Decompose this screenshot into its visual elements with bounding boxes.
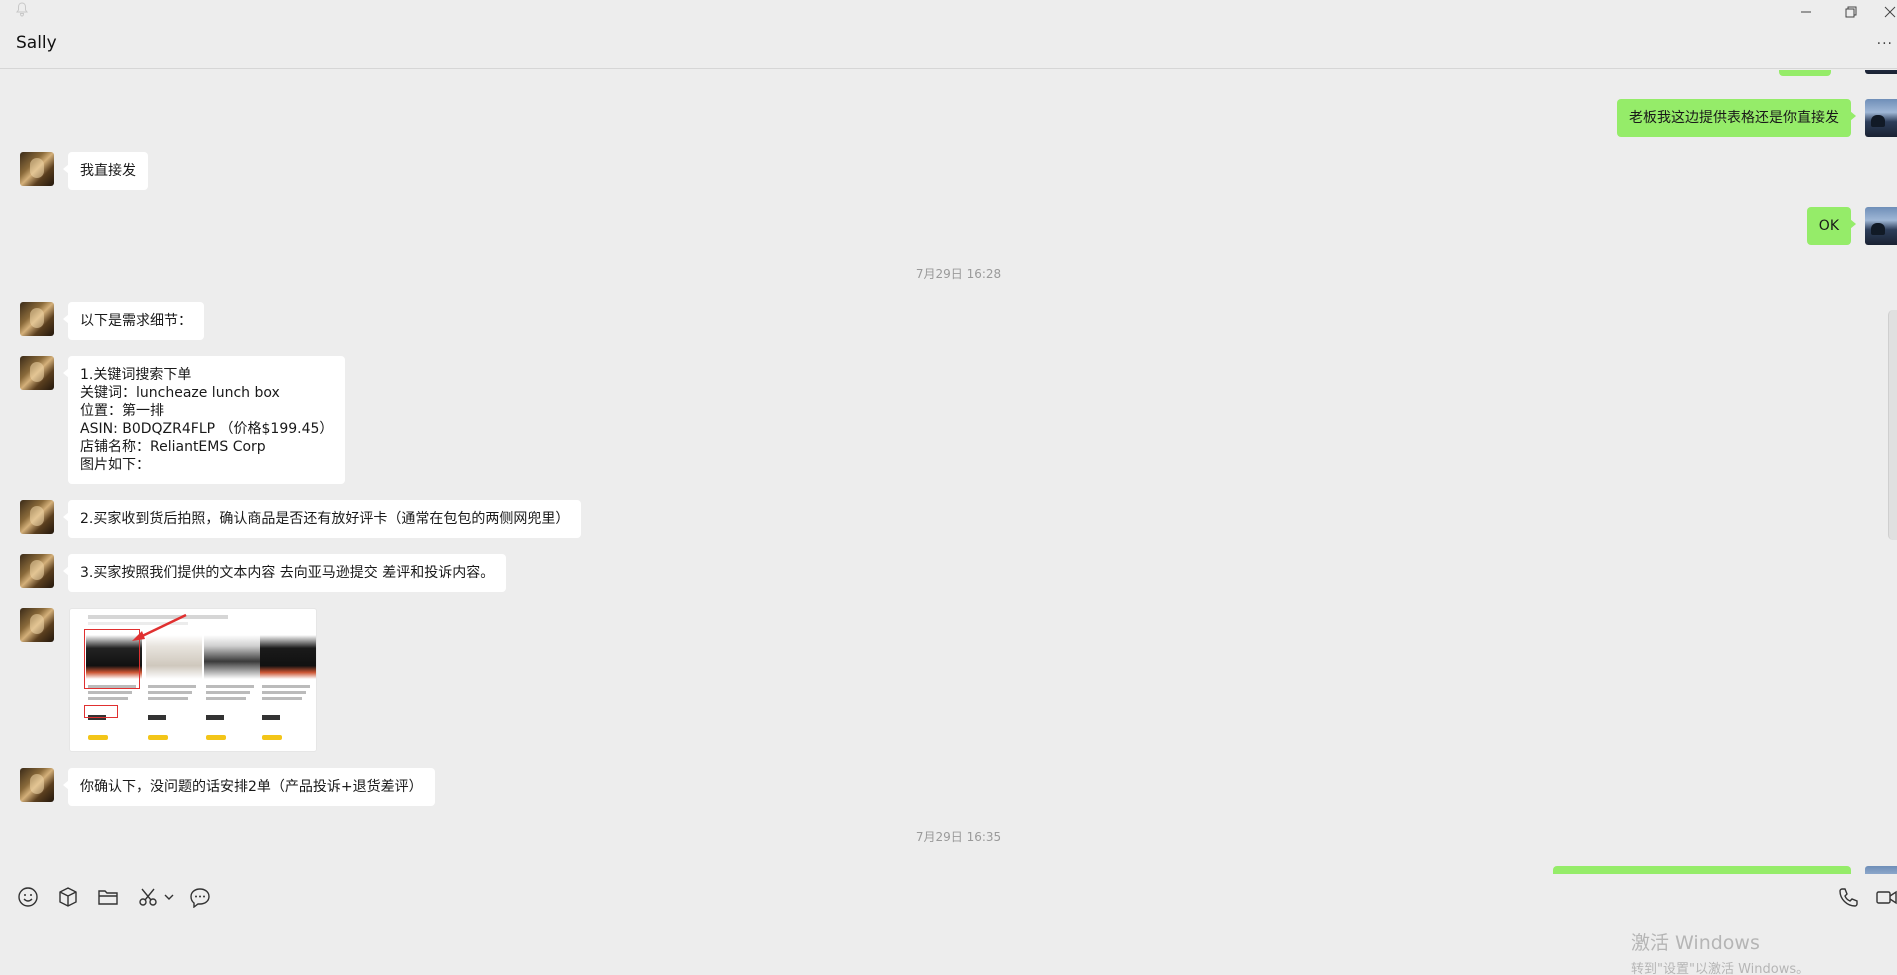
product-thumbnail: [260, 627, 316, 747]
activation-title: 激活 Windows: [1631, 932, 1760, 954]
pin-icon[interactable]: [14, 2, 30, 18]
phone-icon[interactable]: [1837, 886, 1859, 908]
message-bubble-incoming[interactable]: 以下是需求细节：: [63, 302, 204, 340]
restore-icon[interactable]: [1841, 2, 1861, 22]
title-bar: Sally ···: [0, 0, 1897, 69]
message-bubble-outgoing[interactable]: [1779, 70, 1831, 76]
box-icon[interactable]: [57, 886, 79, 908]
product-thumbnail: [146, 627, 202, 747]
folder-icon[interactable]: [97, 886, 119, 908]
avatar[interactable]: [1865, 207, 1897, 245]
message-bubble-incoming[interactable]: 我直接发: [63, 152, 148, 190]
avatar[interactable]: [20, 554, 54, 588]
avatar[interactable]: [20, 152, 54, 186]
message-bubble-incoming[interactable]: 3.买家按照我们提供的文本内容 去向亚马逊提交 差评和投诉内容。: [62, 554, 507, 592]
message-list[interactable]: 老板我这边提供表格还是你直接发 我直接发 OK 7月29日 16:28 以下是需…: [0, 70, 1897, 874]
scissors-icon[interactable]: [137, 886, 159, 908]
activation-subtitle: 转到"设置"以激活 Windows。: [1631, 962, 1810, 975]
scrollbar[interactable]: [1888, 310, 1897, 540]
avatar[interactable]: [20, 500, 54, 534]
close-icon[interactable]: [1880, 2, 1897, 22]
avatar[interactable]: [20, 768, 54, 802]
message-bubble-outgoing[interactable]: OK: [1806, 207, 1857, 245]
avatar[interactable]: [1865, 99, 1897, 137]
highlight-box: [84, 705, 118, 718]
avatar[interactable]: [20, 608, 54, 642]
chat-history-icon[interactable]: [189, 886, 211, 908]
product-thumbnail: [204, 627, 260, 747]
message-timestamp: 7月29日 16:28: [915, 267, 1002, 281]
arrow-icon: [132, 613, 187, 641]
input-toolbar: [0, 874, 1897, 975]
message-bubble-incoming[interactable]: 2.买家收到货后拍照，确认商品是否还有放好评卡（通常在包包的两侧网兜里）: [62, 500, 582, 538]
message-timestamp: 7月29日 16:35: [915, 830, 1002, 844]
video-icon[interactable]: [1875, 886, 1897, 908]
image-message[interactable]: [69, 608, 317, 752]
message-bubble-incoming[interactable]: 1.关键词搜索下单 关键词：luncheaze lunch box 位置：第一排…: [62, 356, 346, 484]
message-bubble-outgoing[interactable]: 老板我这边提供表格还是你直接发: [1617, 99, 1856, 137]
chevron-down-icon[interactable]: [162, 886, 176, 908]
message-bubble-outgoing[interactable]: [1553, 866, 1851, 874]
avatar[interactable]: [1865, 70, 1897, 74]
message-bubble-incoming[interactable]: 你确认下，没问题的话安排2单（产品投诉+退货差评）: [63, 768, 435, 806]
avatar[interactable]: [20, 356, 54, 390]
avatar[interactable]: [20, 302, 54, 336]
emoji-icon[interactable]: [17, 886, 39, 908]
chat-title: Sally: [16, 33, 57, 53]
minimize-icon[interactable]: [1796, 2, 1816, 22]
avatar[interactable]: [1865, 866, 1897, 874]
more-options-icon[interactable]: ···: [1877, 36, 1893, 52]
windows-activation-watermark: 激活 Windows 转到"设置"以激活 Windows。: [1631, 928, 1809, 975]
